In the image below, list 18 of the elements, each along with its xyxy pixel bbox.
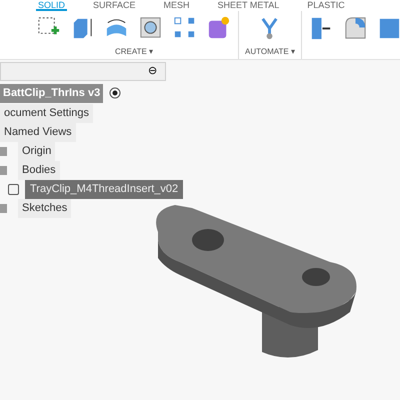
folder-icon: [0, 147, 7, 156]
group-menu-label[interactable]: CREATE ▾: [114, 46, 154, 58]
folder-icon: [0, 166, 7, 175]
tree-item[interactable]: Origin: [18, 142, 56, 161]
tree-item[interactable]: Bodies: [18, 161, 60, 180]
tree-item[interactable]: ocument Settings: [0, 104, 93, 123]
collapse-button[interactable]: ⊖: [148, 66, 157, 77]
toolbar-tab[interactable]: SURFACE: [91, 0, 138, 11]
active-radio-icon[interactable]: [109, 87, 122, 100]
tree-item[interactable]: Named Views: [0, 123, 76, 142]
folder-icon: [0, 204, 7, 213]
toolbar-tab[interactable]: MESH: [162, 0, 192, 11]
tree-item[interactable]: TrayClip_M4ThreadInsert_v02: [25, 180, 184, 199]
group-menu-label[interactable]: AUTOMATE ▾: [245, 46, 295, 58]
tree-item[interactable]: Sketches: [18, 199, 72, 218]
visibility-checkbox[interactable]: [8, 184, 19, 195]
toolbar-tab[interactable]: PLASTIC: [305, 0, 347, 11]
toolbar-tab[interactable]: SHEET METAL: [216, 0, 282, 11]
